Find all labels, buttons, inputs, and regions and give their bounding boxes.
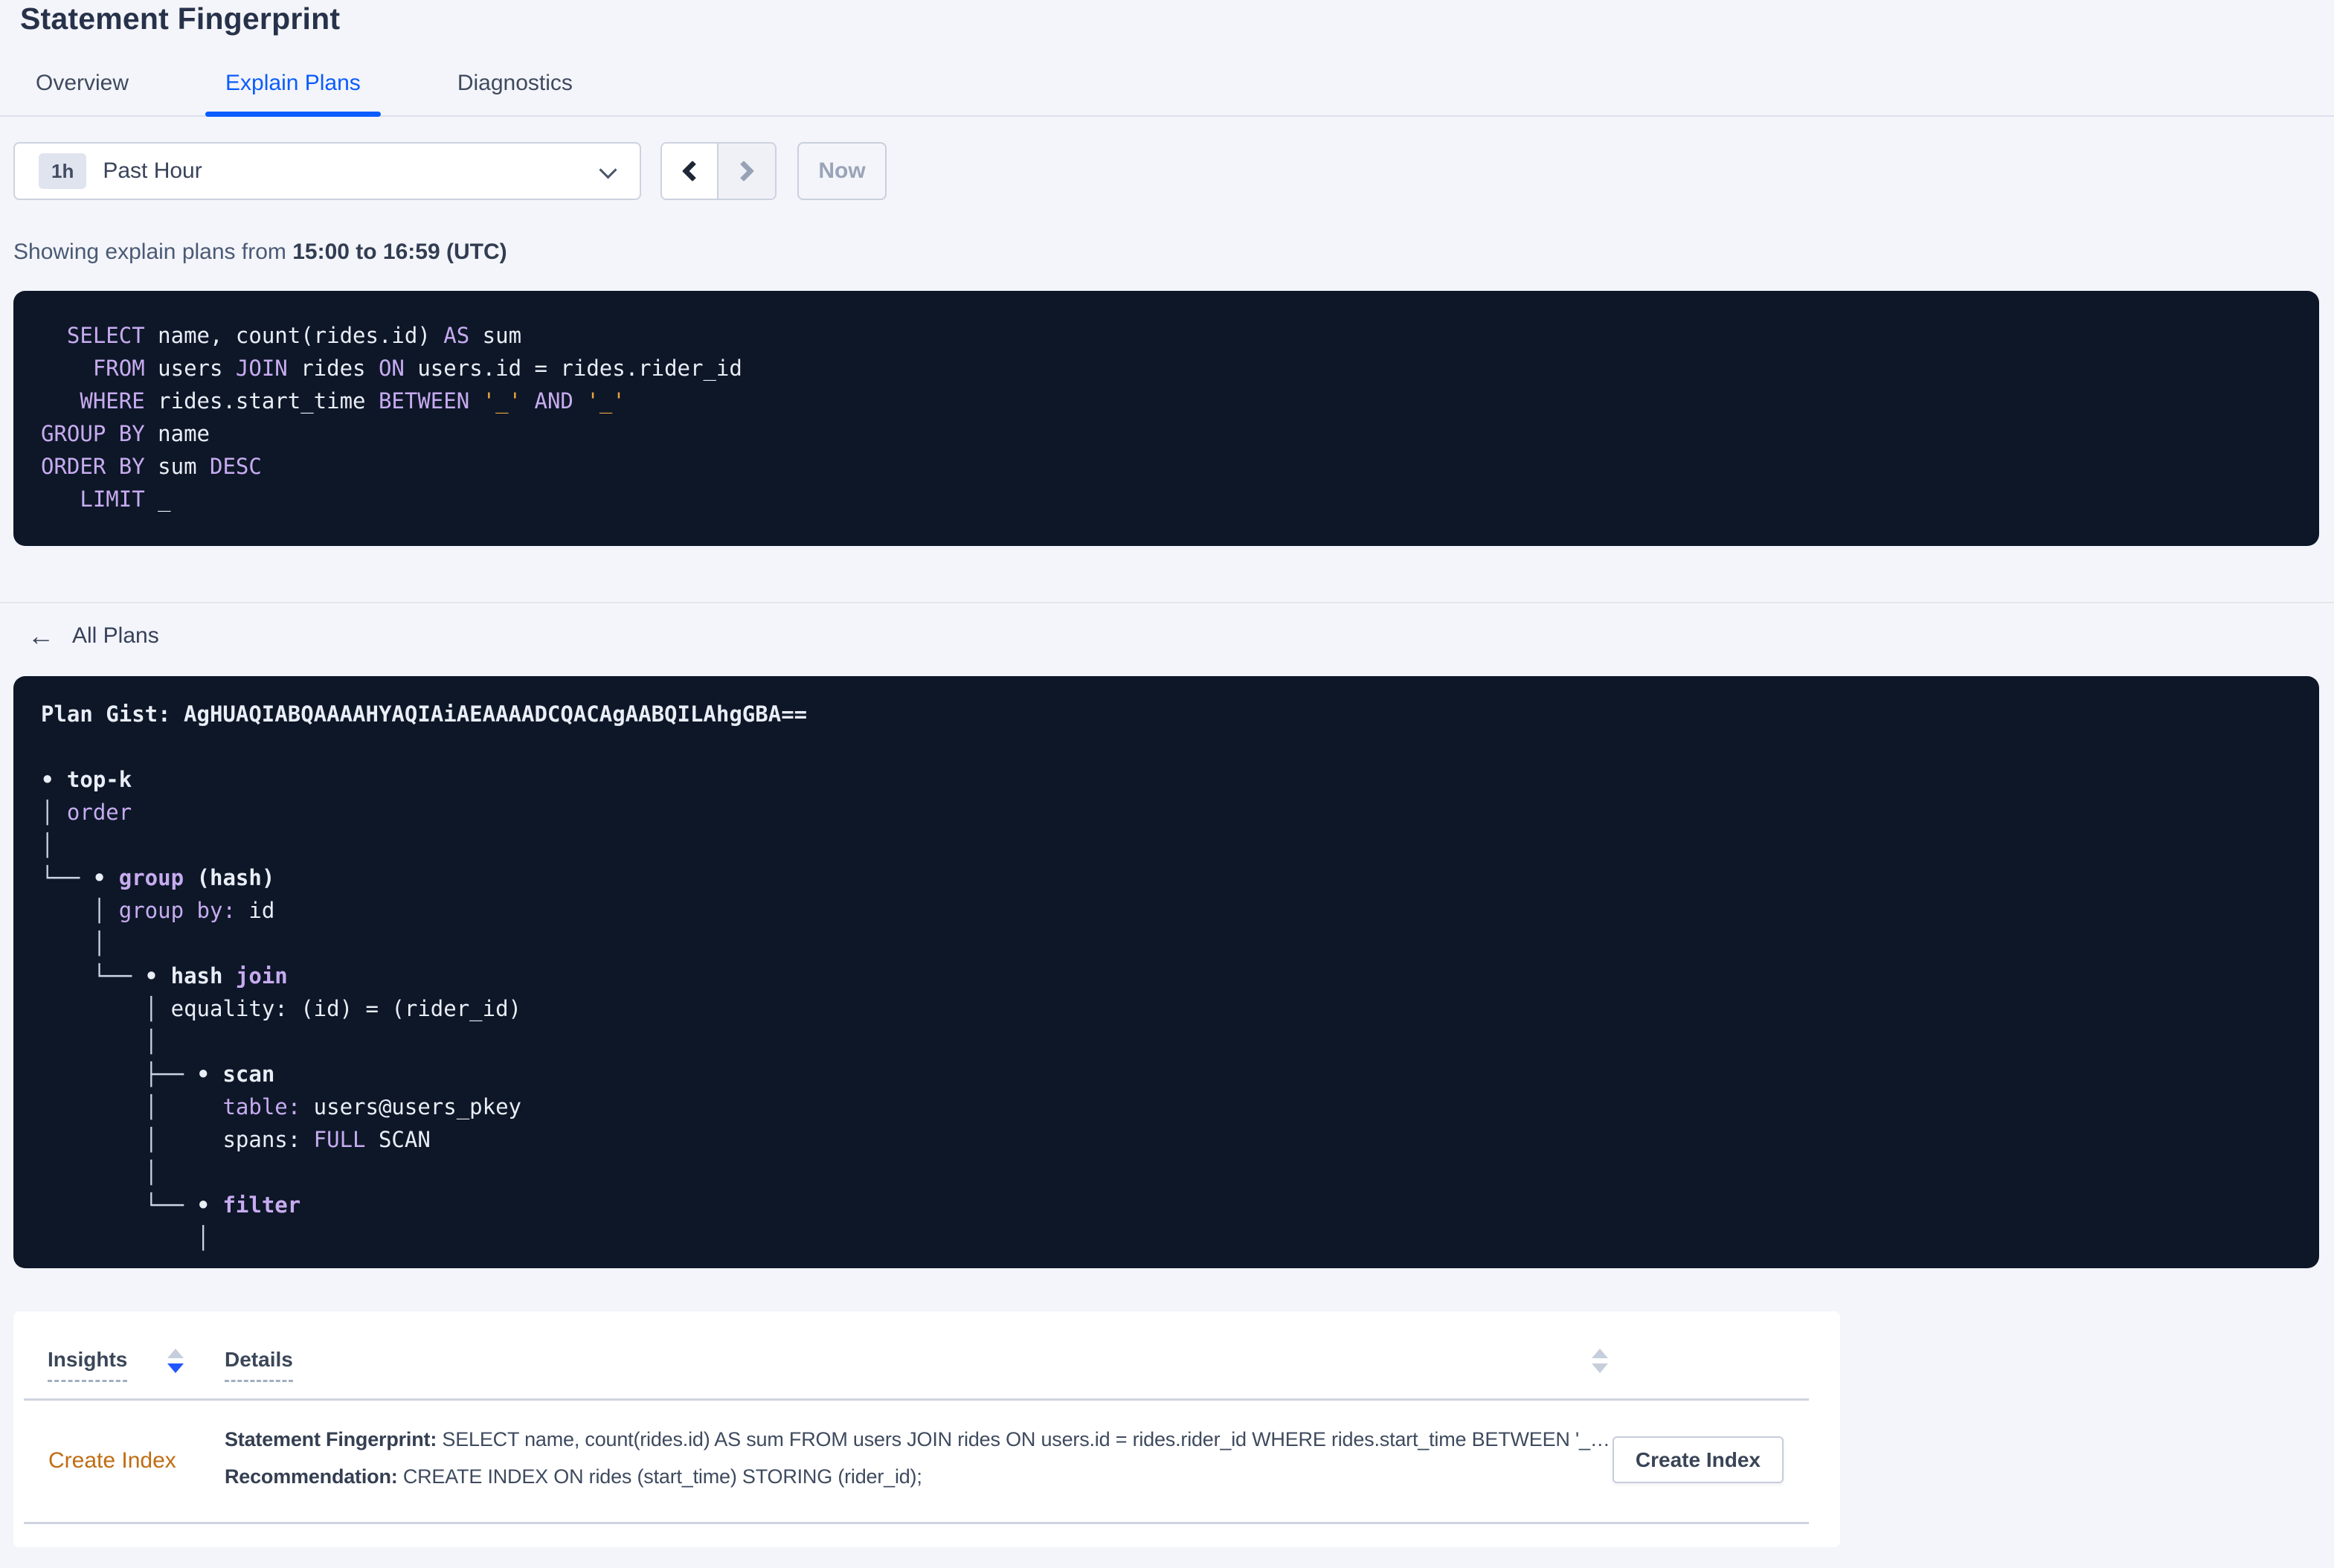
active-tab-underline — [205, 112, 381, 117]
back-arrow-icon: ← — [28, 620, 54, 651]
insight-type-link[interactable]: Create Index — [48, 1447, 176, 1474]
tab-diagnostics[interactable]: Diagnostics — [457, 71, 573, 115]
tab-overview-label: Overview — [36, 71, 129, 95]
summary-prefix: Showing explain plans from — [13, 240, 286, 264]
sql-statement-code: SELECT name, count(rides.id) AS sum FROM… — [41, 323, 742, 512]
sql-statement-card: SELECT name, count(rides.id) AS sum FROM… — [13, 291, 2319, 546]
sort-up-triangle — [1592, 1349, 1608, 1358]
prev-interval-button[interactable] — [662, 144, 718, 199]
section-divider — [0, 602, 2334, 603]
plan-tree: • top-k │ order │ └── • group (hash) │ g… — [41, 767, 522, 1250]
recommendation-label: Recommendation: — [225, 1465, 398, 1488]
plan-gist-line: Plan Gist: AgHUAQIABQAAAAHYAQIAiAEAAAADC… — [41, 701, 808, 727]
chevron-right-icon — [733, 160, 755, 182]
insight-details: Statement Fingerprint: SELECT name, coun… — [225, 1427, 1644, 1489]
tab-explain-plans[interactable]: Explain Plans — [205, 71, 381, 117]
tab-explain-plans-label: Explain Plans — [225, 71, 361, 95]
sort-down-triangle — [1592, 1363, 1608, 1373]
tab-overview[interactable]: Overview — [36, 71, 129, 115]
tab-bar: Overview Explain Plans Diagnostics — [0, 71, 2334, 117]
sort-icon-insights[interactable] — [167, 1349, 185, 1373]
sort-up-triangle — [167, 1349, 184, 1358]
table-row-divider — [24, 1522, 1809, 1524]
time-controls: 1h Past Hour Now — [13, 142, 2334, 200]
sort-icon-details[interactable] — [1592, 1349, 1610, 1373]
time-pager — [660, 142, 777, 200]
time-range-select[interactable]: 1h Past Hour — [13, 142, 641, 200]
page-title: Statement Fingerprint — [20, 1, 341, 36]
fingerprint-text: SELECT name, count(rides.id) AS sum FROM… — [437, 1428, 1610, 1450]
fingerprint-detail-line: Statement Fingerprint: SELECT name, coun… — [225, 1427, 1644, 1452]
tab-diagnostics-label: Diagnostics — [457, 71, 573, 95]
next-interval-button[interactable] — [718, 144, 775, 199]
column-header-details[interactable]: Details — [225, 1347, 293, 1382]
column-header-insights[interactable]: Insights — [48, 1347, 128, 1382]
summary-range: 15:00 to 16:59 (UTC) — [292, 240, 507, 264]
all-plans-label: All Plans — [72, 623, 159, 648]
time-range-label: Past Hour — [103, 158, 202, 183]
recommendation-text: CREATE INDEX ON rides (start_time) STORI… — [397, 1465, 922, 1488]
chevron-down-icon — [599, 161, 617, 179]
plan-gist-card: Plan Gist: AgHUAQIABQAAAAHYAQIAiAEAAAADC… — [13, 676, 2319, 1268]
time-range-badge: 1h — [39, 153, 87, 189]
insights-table: Insights Details Create Index Statement … — [13, 1311, 1840, 1547]
chevron-left-icon — [681, 160, 704, 182]
now-button[interactable]: Now — [797, 142, 887, 200]
sort-down-triangle — [167, 1363, 184, 1373]
recommendation-detail-line: Recommendation: CREATE INDEX ON rides (s… — [225, 1464, 1644, 1489]
table-row: Create Index Statement Fingerprint: SELE… — [13, 1401, 1840, 1522]
showing-plans-summary: Showing explain plans from 15:00 to 16:5… — [13, 239, 2334, 266]
fingerprint-label: Statement Fingerprint: — [225, 1428, 437, 1450]
all-plans-link[interactable]: ← All Plans — [28, 623, 159, 649]
create-index-button[interactable]: Create Index — [1612, 1436, 1784, 1483]
